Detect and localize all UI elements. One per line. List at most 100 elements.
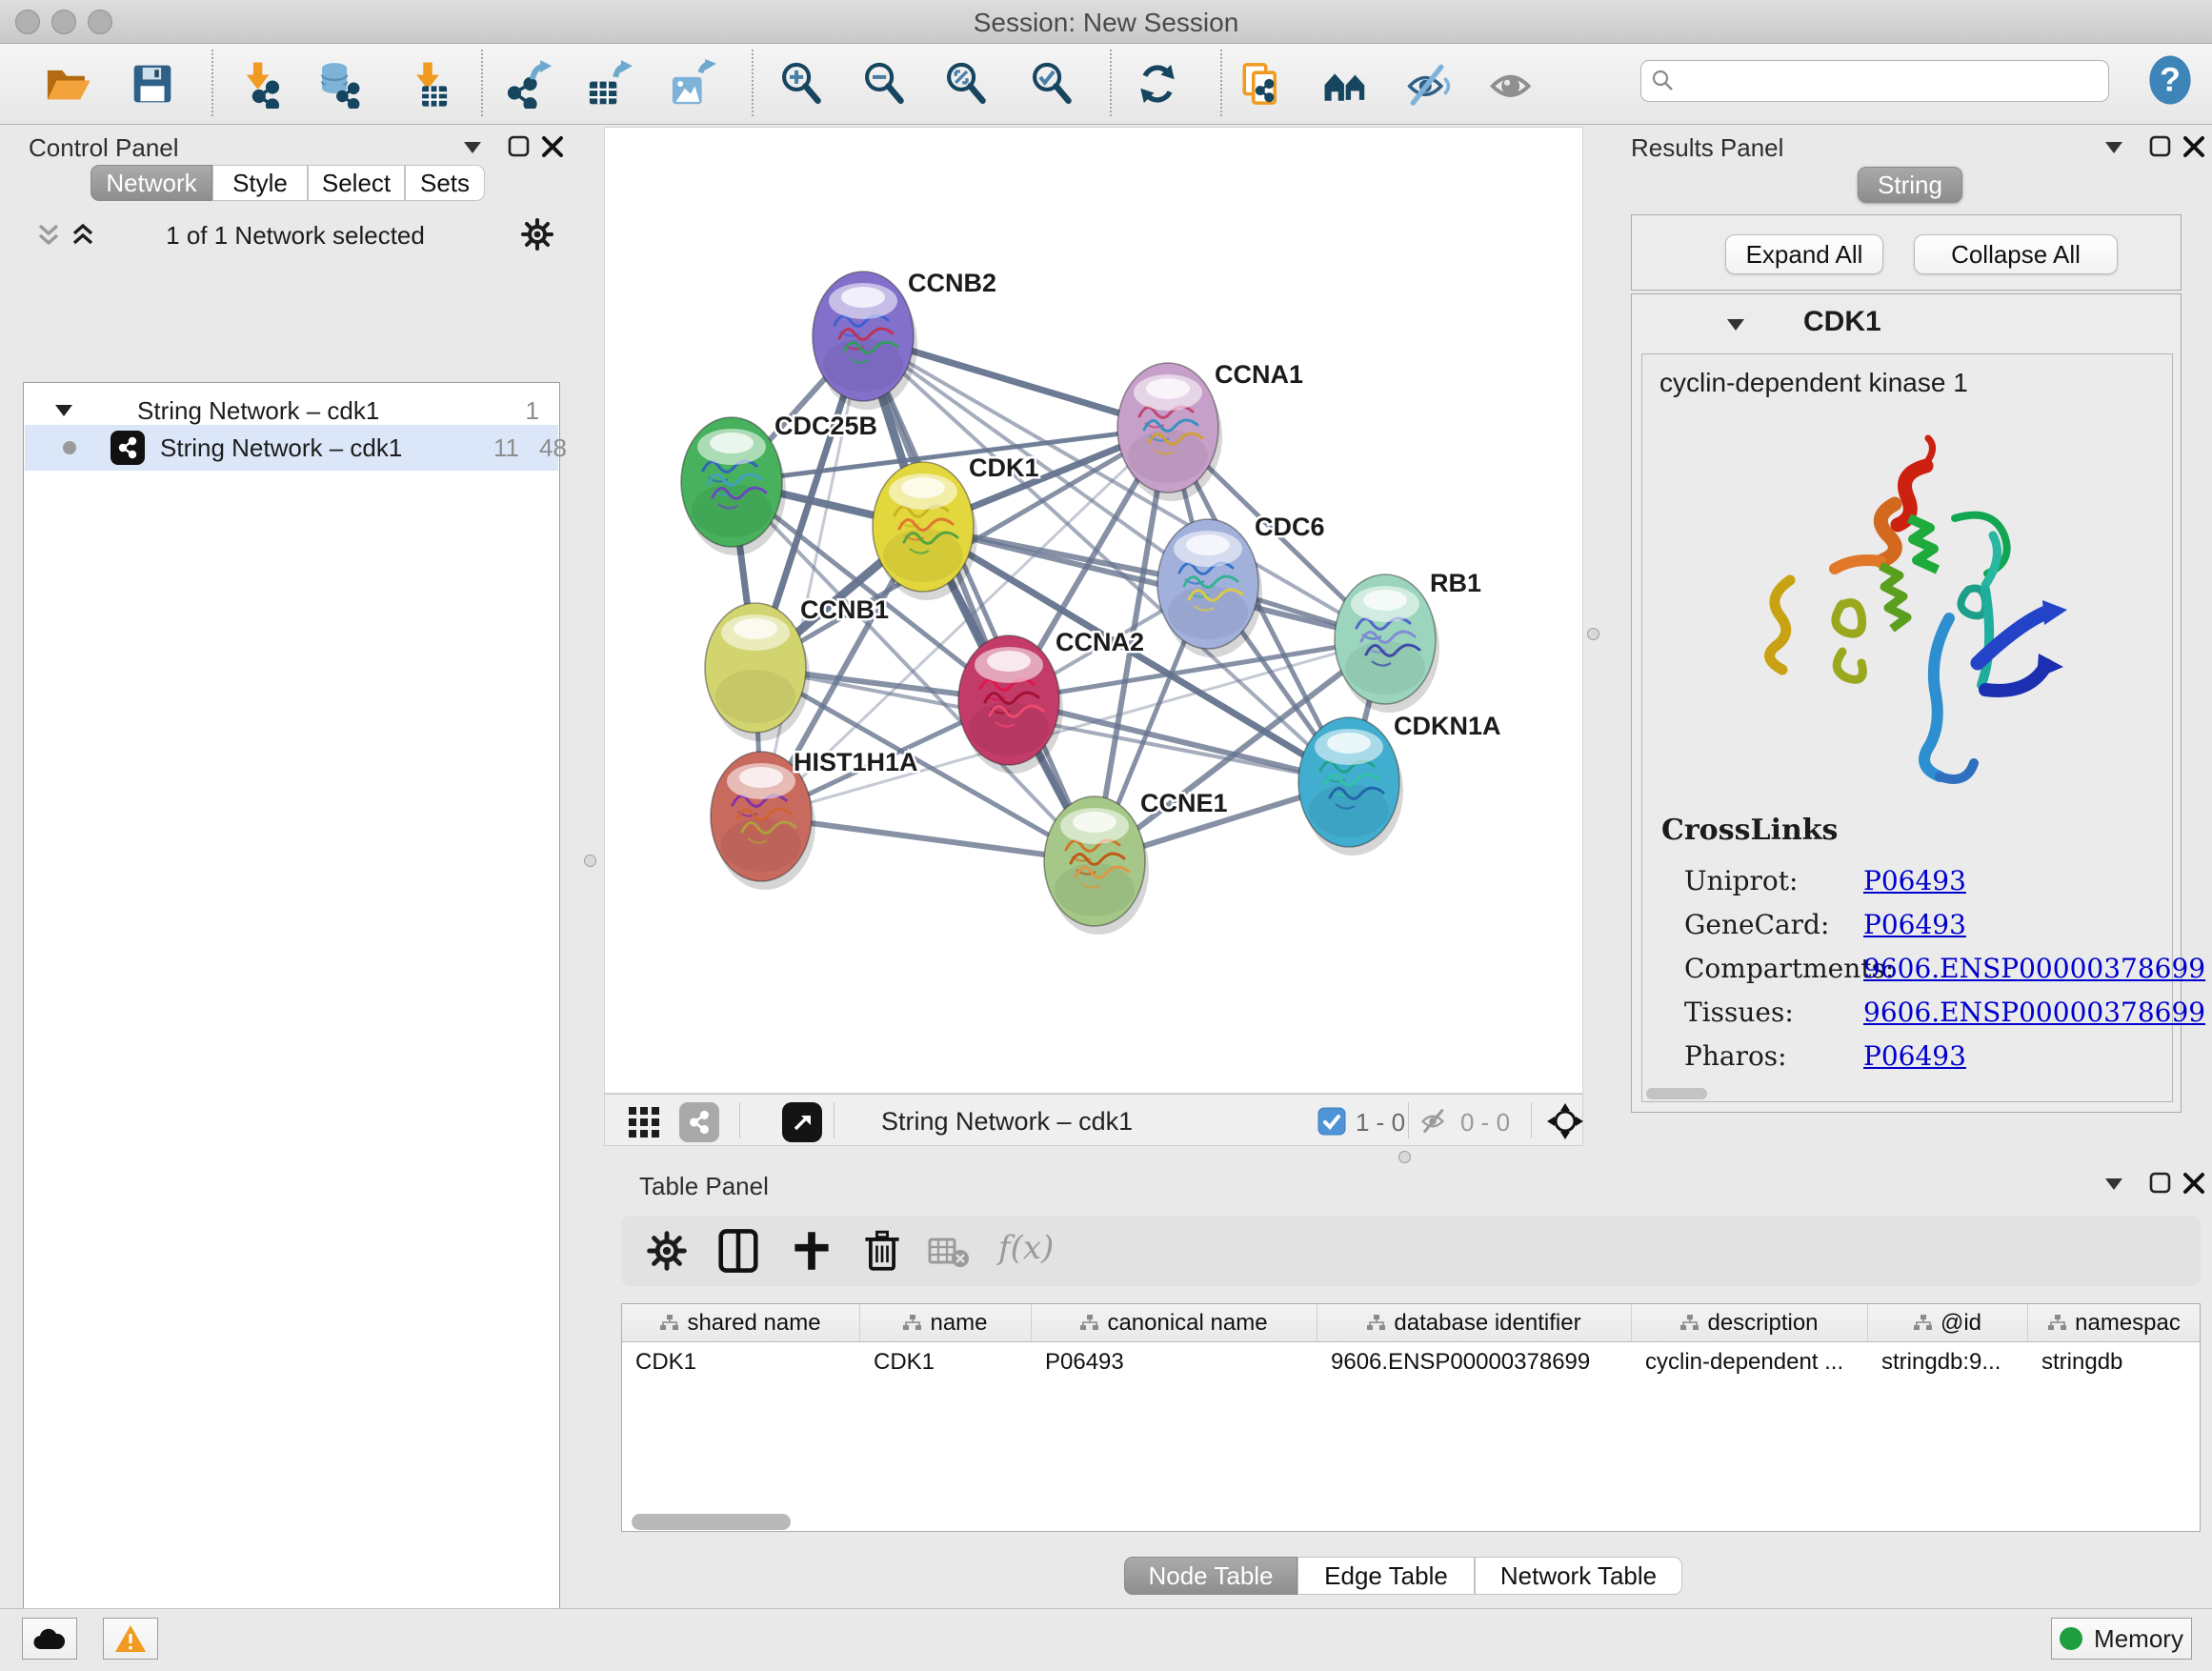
- crosslink-link[interactable]: P06493: [1863, 909, 1966, 940]
- panel-menu-caret-icon[interactable]: [2105, 1178, 2122, 1190]
- network-name: String Network – cdk1: [160, 433, 402, 463]
- results-hscrollbar[interactable]: [1646, 1088, 1707, 1099]
- create-column-plus-icon[interactable]: [791, 1228, 833, 1274]
- table-cell[interactable]: P06493: [1032, 1342, 1317, 1382]
- crosslink-link[interactable]: 9606.ENSP00000378699: [1863, 997, 2205, 1028]
- table-cell[interactable]: stringdb:9...: [1868, 1342, 2028, 1382]
- network-node-rb1[interactable]: [1335, 574, 1436, 704]
- cloud-status-button[interactable]: [22, 1618, 77, 1660]
- birdseye-crosshair-icon[interactable]: [1546, 1102, 1584, 1140]
- network-node-ccna2[interactable]: [958, 635, 1059, 765]
- first-neighbors-button[interactable]: [1319, 55, 1373, 112]
- tab-style[interactable]: Style: [212, 165, 308, 201]
- table-cell[interactable]: cyclin-dependent ...: [1632, 1342, 1868, 1382]
- tab-edge-table[interactable]: Edge Table: [1297, 1557, 1475, 1595]
- tab-sets[interactable]: Sets: [405, 165, 485, 201]
- export-image-icon: [667, 59, 716, 109]
- collapse-all-button[interactable]: Collapse All: [1914, 234, 2118, 274]
- import-network-from-file-button[interactable]: [233, 55, 287, 112]
- zoom-out-button[interactable]: [858, 55, 912, 112]
- network-node-cdc6[interactable]: [1157, 519, 1258, 649]
- float-panel-icon[interactable]: [2149, 135, 2172, 158]
- network-row-selected[interactable]: String Network – cdk1 11 48: [25, 425, 558, 471]
- crosslink-link[interactable]: P06493: [1863, 865, 1966, 896]
- gene-section-caret-icon[interactable]: [1727, 319, 1744, 331]
- table-cell[interactable]: 9606.ENSP00000378699: [1317, 1342, 1632, 1382]
- hide-selected-button[interactable]: [1403, 55, 1457, 112]
- table-hscrollbar-thumb[interactable]: [632, 1514, 791, 1530]
- open-session-button[interactable]: [40, 55, 93, 112]
- gear-icon[interactable]: [520, 217, 554, 252]
- table-cell[interactable]: CDK1: [622, 1342, 860, 1382]
- close-panel-icon[interactable]: [2182, 1172, 2205, 1195]
- network-node-cdc25b[interactable]: [681, 417, 782, 547]
- network-node-ccnb2[interactable]: [813, 272, 914, 401]
- cytoscape-window: Session: New Session: [0, 0, 2212, 1671]
- table-panel-title: Table Panel: [639, 1172, 769, 1201]
- zoom-selected-button[interactable]: [1026, 55, 1079, 112]
- apply-layout-button[interactable]: [1131, 55, 1184, 112]
- export-table-button[interactable]: [582, 55, 635, 112]
- save-session-button[interactable]: [126, 55, 179, 112]
- column-header-database-identifier[interactable]: database identifier: [1317, 1304, 1632, 1341]
- crosslink-link[interactable]: P06493: [1863, 1040, 1966, 1072]
- network-canvas[interactable]: CCNB2CCNA1CDC25BCDK1CDC6RB1CCNB1CCNA2CDK…: [604, 127, 1583, 1094]
- network-node-ccna1[interactable]: [1117, 363, 1218, 493]
- network-view-icon[interactable]: [679, 1102, 719, 1142]
- zoom-in-button[interactable]: [775, 55, 829, 112]
- network-node-cdkn1a[interactable]: [1298, 717, 1399, 847]
- network-node-cdk1[interactable]: [873, 462, 974, 592]
- help-button[interactable]: ?: [2143, 51, 2197, 109]
- grid-view-icon[interactable]: [628, 1106, 660, 1138]
- close-panel-icon[interactable]: [2182, 135, 2205, 158]
- table-cell[interactable]: CDK1: [860, 1342, 1032, 1382]
- table-gear-icon[interactable]: [646, 1230, 688, 1272]
- column-header-canonical-name[interactable]: canonical name: [1032, 1304, 1317, 1341]
- hide-eye-slash-icon: [1405, 59, 1455, 109]
- column-header-shared-name[interactable]: shared name: [622, 1304, 860, 1341]
- column-tree-icon: [2048, 1315, 2067, 1332]
- close-panel-icon[interactable]: [541, 135, 564, 158]
- export-image-button[interactable]: [665, 55, 718, 112]
- crosslink-link[interactable]: 9606.ENSP00000378699: [1863, 953, 2205, 984]
- expand-all-chevron-icon[interactable]: [69, 221, 97, 250]
- float-panel-icon[interactable]: [2149, 1172, 2172, 1195]
- table-cell[interactable]: stringdb: [2028, 1342, 2201, 1382]
- warnings-status-button[interactable]: [103, 1618, 158, 1660]
- tab-network[interactable]: Network: [90, 165, 212, 201]
- import-table-from-file-button[interactable]: [401, 55, 454, 112]
- search-input[interactable]: [1676, 68, 2095, 94]
- toolbar-separator: [1531, 1102, 1532, 1138]
- new-network-from-selection-button[interactable]: [1235, 55, 1288, 112]
- column-header-description[interactable]: description: [1632, 1304, 1868, 1341]
- network-node-ccnb1[interactable]: [705, 603, 806, 733]
- tab-node-table[interactable]: Node Table: [1124, 1557, 1297, 1595]
- collapse-all-chevron-icon[interactable]: [34, 221, 63, 250]
- export-network-button[interactable]: [500, 55, 553, 112]
- tab-string[interactable]: String: [1858, 167, 1962, 203]
- network-node-ccne1[interactable]: [1044, 796, 1145, 926]
- tab-select[interactable]: Select: [308, 165, 405, 201]
- search-field[interactable]: [1640, 60, 2109, 102]
- column-header--id[interactable]: @id: [1868, 1304, 2028, 1341]
- show-columns-icon[interactable]: [716, 1228, 760, 1274]
- import-network-from-database-button[interactable]: [313, 55, 367, 112]
- float-panel-icon[interactable]: [508, 135, 531, 158]
- detach-view-button[interactable]: [782, 1102, 822, 1142]
- show-all-button[interactable]: [1486, 55, 1539, 112]
- memory-button[interactable]: Memory: [2051, 1618, 2192, 1660]
- zoom-fit-button[interactable]: [940, 55, 994, 112]
- panel-menu-caret-icon[interactable]: [464, 142, 481, 153]
- column-header-name[interactable]: name: [860, 1304, 1032, 1341]
- delete-column-trash-icon[interactable]: [861, 1227, 903, 1275]
- bottom-splitter-handle[interactable]: [1398, 1151, 1411, 1163]
- column-header-namespac[interactable]: namespac: [2028, 1304, 2201, 1341]
- panel-menu-caret-icon[interactable]: [2105, 142, 2122, 153]
- table-row[interactable]: CDK1CDK1P064939606.ENSP00000378699cyclin…: [622, 1342, 2200, 1382]
- collection-expand-caret-icon[interactable]: [55, 405, 72, 416]
- selected-checkbox-icon[interactable]: [1317, 1107, 1346, 1136]
- expand-all-button[interactable]: Expand All: [1725, 234, 1883, 274]
- left-splitter-handle[interactable]: [584, 855, 596, 867]
- window-title: Session: New Session: [0, 8, 2212, 38]
- tab-network-table[interactable]: Network Table: [1475, 1557, 1682, 1595]
